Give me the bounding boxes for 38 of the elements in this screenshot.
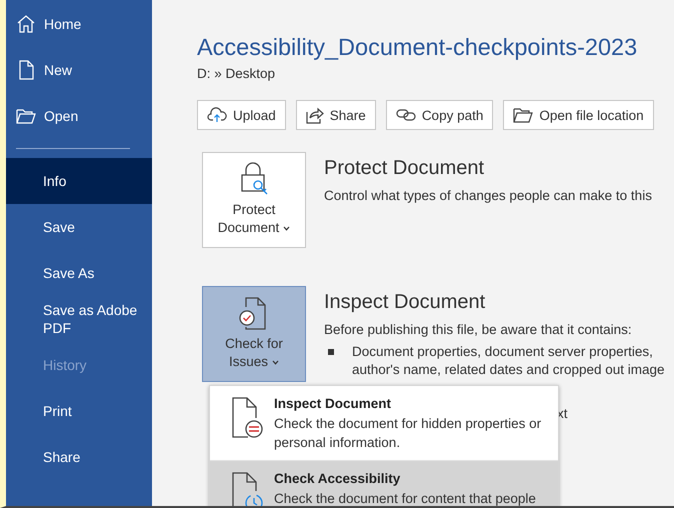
ribbon-button[interactable]: Protect Document — [202, 152, 306, 248]
menu-item-description: Check the document for hidden properties or personal information. — [274, 415, 542, 452]
toolbar-button[interactable]: Upload — [197, 100, 286, 130]
sidebar-item[interactable]: Open — [6, 93, 152, 139]
document-title: Accessibility_Document-checkpoints-2023 — [197, 33, 638, 62]
menu-item-title: Check Accessibility — [274, 471, 402, 486]
section-description: Control what types of changes people can make to this — [324, 188, 652, 203]
sidebar-item[interactable]: Share — [6, 434, 152, 480]
section-description: Before publishing this file, be aware that it contains: — [324, 322, 633, 337]
folder-icon — [16, 108, 36, 124]
section-heading: Protect Document — [324, 156, 486, 180]
document-icon — [17, 60, 35, 80]
link-icon — [396, 108, 416, 122]
document-path: D: » Desktop — [197, 66, 276, 81]
sidebar-item[interactable]: Print — [6, 388, 152, 434]
sidebar-item[interactable]: Save — [6, 204, 152, 250]
sidebar-item[interactable]: Home — [6, 1, 152, 47]
ribbon-button[interactable]: Check for Issues — [202, 286, 306, 382]
sidebar-item[interactable]: New — [6, 47, 152, 93]
sidebar-item[interactable]: Save As — [6, 250, 152, 296]
toolbar-button[interactable]: Share — [296, 100, 376, 130]
menu-item-title: Inspect Document — [274, 396, 392, 411]
folder-icon — [513, 107, 534, 123]
share-icon — [306, 106, 324, 124]
toolbar-button[interactable]: Open file location — [503, 100, 654, 130]
caret-icon — [272, 360, 280, 365]
home-icon — [16, 14, 36, 34]
sidebar-item[interactable]: Info — [6, 158, 152, 204]
sidebar-item[interactable]: Save as Adobe PDF — [6, 296, 152, 342]
toolbar-button[interactable]: Copy path — [386, 100, 494, 130]
section-heading: Inspect Document — [324, 290, 486, 314]
lock-key-icon — [239, 161, 269, 197]
menu-item[interactable]: Check Accessibility Check the document for content that people — [210, 461, 558, 506]
menu-item-description: Check the document for content that people — [274, 490, 537, 506]
bullet-text: Document properties, document server properties, author's name, related dates and cropped out image — [352, 344, 665, 377]
cloud-upload-icon — [207, 107, 227, 123]
caret-icon — [283, 226, 290, 231]
bullet-icon — [328, 349, 334, 355]
